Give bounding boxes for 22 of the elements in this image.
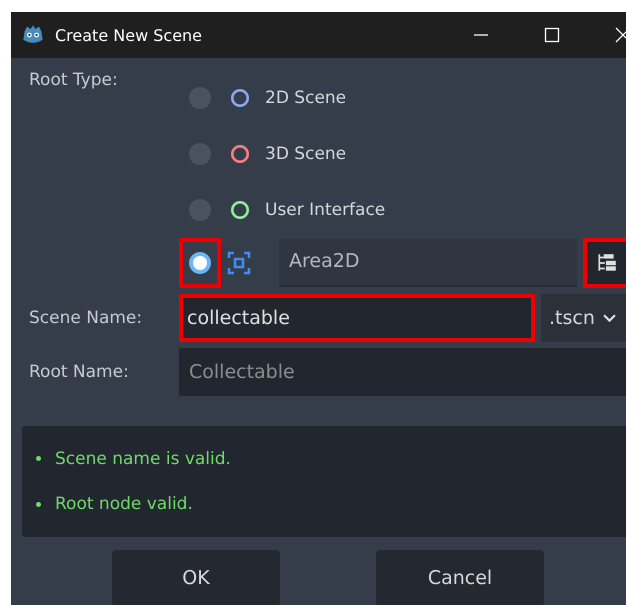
node-type-field[interactable]: Area2D [279, 239, 577, 287]
root-name-field[interactable]: Collectable [179, 348, 626, 396]
status-message: Scene name is valid. [55, 448, 231, 469]
dialog-button[interactable]: Cancel [376, 550, 544, 605]
chevron-down-icon [602, 314, 616, 322]
node-picker-button[interactable] [587, 242, 626, 284]
radio-button[interactable] [189, 252, 211, 274]
extension-dropdown[interactable]: .tscn [541, 294, 626, 342]
scene-name-field[interactable]: collectable [183, 298, 531, 338]
option-label[interactable]: 3D Scene [265, 144, 346, 164]
status-message: Root node valid. [55, 494, 193, 514]
dialog-button[interactable]: OK [112, 550, 280, 605]
bullet-icon [36, 502, 41, 507]
field-label: Root Name: [29, 362, 130, 382]
maximize-icon[interactable] [544, 27, 560, 43]
bullet-icon [36, 456, 41, 462]
field-label: Root Type: [29, 70, 119, 92]
window-title: Create New Scene [55, 26, 202, 44]
option-label[interactable]: 2D Scene [265, 88, 346, 108]
area-node-icon [227, 251, 251, 275]
field-label: Scene Name: [29, 308, 144, 328]
option-label[interactable]: User Interface [265, 200, 386, 220]
